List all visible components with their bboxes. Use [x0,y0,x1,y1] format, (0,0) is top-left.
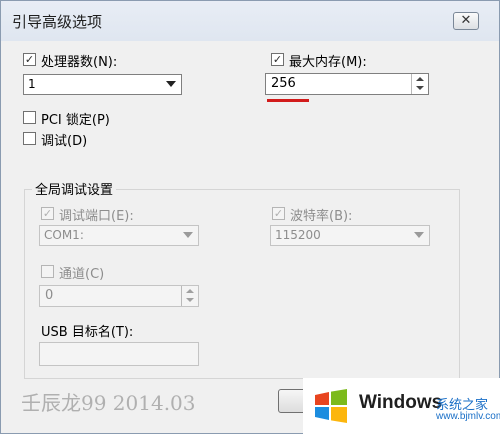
processors-label: 处理器数(N): [41,55,118,70]
channel-checkbox[interactable] [41,265,54,278]
chevron-down-icon [166,81,176,87]
processors-value: 1 [28,77,36,91]
max-memory-stepper[interactable]: 256 [265,73,429,95]
brand-name: Windows [359,392,443,413]
arrow-up-icon[interactable] [416,77,424,81]
debug-port-value: COM1: [44,228,84,242]
pci-lock-label: PCI 锁定(P) [41,113,110,128]
debug-port-select[interactable]: COM1: [39,225,199,246]
pci-lock-checkbox[interactable] [23,111,36,124]
brand-badge: Windows 系统之家 www.bjmlv.com [303,378,500,434]
stepper-buttons[interactable] [181,286,198,306]
max-memory-label: 最大内存(M): [289,55,367,70]
channel-value: 0 [45,288,54,303]
arrow-down-icon[interactable] [416,86,424,90]
processors-select[interactable]: 1 [23,74,182,95]
watermark-text: 壬辰龙99 2014.03 [21,391,196,415]
chevron-down-icon [183,232,193,238]
baud-rate-label: 波特率(B): [290,209,353,224]
baud-rate-value: 115200 [275,228,321,242]
baud-rate-checkbox[interactable]: ✓ [272,207,285,220]
stepper-buttons[interactable] [411,74,428,94]
windows-logo-icon [315,389,347,423]
usb-target-label: USB 目标名(T): [41,325,134,340]
baud-rate-select[interactable]: 115200 [270,225,430,246]
usb-target-input[interactable] [39,342,199,366]
brand-url: www.bjmlv.com [436,411,500,422]
boot-advanced-options-dialog: 引导高级选项 ✕ ✓ 处理器数(N): 1 ✓ 最大内存(M): 256 PCI… [0,0,500,434]
title-bar: 引导高级选项 ✕ [1,1,499,41]
close-button[interactable]: ✕ [453,12,479,30]
chevron-down-icon [414,232,424,238]
channel-stepper[interactable]: 0 [39,285,199,307]
window-title: 引导高级选项 [12,13,103,31]
channel-label: 通道(C) [59,267,105,282]
debug-port-label: 调试端口(E): [59,209,134,224]
debug-checkbox[interactable] [23,132,36,145]
red-underline-annotation [267,99,309,102]
debug-label: 调试(D) [41,134,88,149]
arrow-up-icon[interactable] [186,289,194,293]
max-memory-checkbox[interactable]: ✓ [271,53,284,66]
arrow-down-icon[interactable] [186,298,194,302]
processors-checkbox[interactable]: ✓ [23,53,36,66]
global-debug-title: 全局调试设置 [32,179,117,198]
max-memory-value: 256 [271,76,296,91]
debug-port-checkbox[interactable]: ✓ [41,207,54,220]
